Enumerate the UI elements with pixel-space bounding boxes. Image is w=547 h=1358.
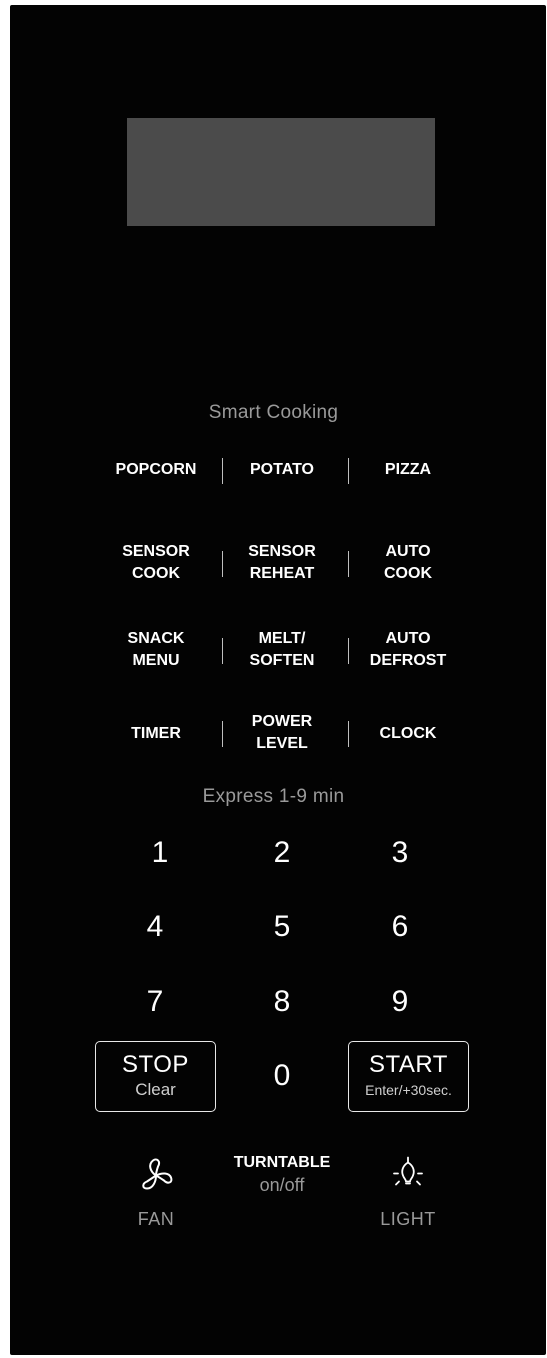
- popcorn-button[interactable]: POPCORN: [116, 459, 197, 481]
- start-label: START: [369, 1051, 448, 1078]
- digit-1-button[interactable]: 1: [130, 836, 190, 870]
- digit-8-button[interactable]: 8: [252, 985, 312, 1019]
- potato-button[interactable]: POTATO: [250, 459, 314, 481]
- turntable-button[interactable]: TURNTABLE on/off: [234, 1152, 331, 1196]
- auto-cook-label-2: COOK: [384, 565, 432, 582]
- divider: [348, 551, 349, 577]
- divider: [348, 638, 349, 664]
- digit-0-button[interactable]: 0: [252, 1059, 312, 1093]
- divider: [222, 721, 223, 747]
- light-label: LIGHT: [380, 1209, 436, 1229]
- melt-soften-button[interactable]: MELT/ SOFTEN: [250, 628, 315, 672]
- express-title: Express 1-9 min: [202, 786, 345, 807]
- power-level-button[interactable]: POWER LEVEL: [252, 711, 312, 755]
- digit-2-button[interactable]: 2: [252, 836, 312, 870]
- snack-menu-label-2: MENU: [132, 652, 180, 669]
- auto-cook-label-1: AUTO: [385, 543, 431, 560]
- clock-label: CLOCK: [379, 725, 437, 742]
- digit-3-button[interactable]: 3: [370, 836, 430, 870]
- light-button[interactable]: [386, 1152, 430, 1201]
- digit-6-button[interactable]: 6: [370, 910, 430, 944]
- lightbulb-icon: [393, 1156, 423, 1186]
- timer-label: TIMER: [131, 725, 181, 742]
- divider: [222, 458, 223, 484]
- divider: [222, 638, 223, 664]
- divider: [348, 458, 349, 484]
- turntable-onoff-label: on/off: [259, 1175, 305, 1195]
- enter-30sec-label: Enter/+30sec.: [365, 1082, 452, 1098]
- fan-button[interactable]: [136, 1156, 176, 1201]
- clear-label: Clear: [135, 1080, 176, 1099]
- stop-clear-button[interactable]: STOP Clear: [95, 1041, 216, 1112]
- stop-label: STOP: [122, 1051, 189, 1078]
- auto-defrost-label-2: DEFROST: [369, 652, 447, 669]
- fan-icon: [142, 1158, 173, 1190]
- snack-menu-button[interactable]: SNACK MENU: [128, 628, 185, 672]
- turntable-label: TURNTABLE: [233, 1154, 331, 1171]
- popcorn-label: POPCORN: [115, 461, 197, 478]
- snack-menu-label-1: SNACK: [127, 630, 185, 647]
- fan-label: FAN: [137, 1209, 175, 1229]
- divider: [348, 721, 349, 747]
- potato-label: POTATO: [250, 461, 314, 478]
- digit-9-button[interactable]: 9: [370, 985, 430, 1019]
- digit-7-button[interactable]: 7: [125, 985, 185, 1019]
- sensor-cook-label-1: SENSOR: [122, 543, 190, 560]
- melt-soften-label-2: SOFTEN: [249, 652, 315, 669]
- auto-defrost-button[interactable]: AUTO DEFROST: [370, 628, 446, 672]
- smart-cooking-title: Smart Cooking: [208, 402, 339, 423]
- pizza-label: PIZZA: [384, 461, 432, 478]
- sensor-reheat-button[interactable]: SENSOR REHEAT: [248, 541, 316, 585]
- digit-4-button[interactable]: 4: [125, 910, 185, 944]
- sensor-reheat-label-2: REHEAT: [249, 565, 315, 582]
- power-level-label-1: POWER: [251, 713, 313, 730]
- sensor-reheat-label-1: SENSOR: [248, 543, 316, 560]
- auto-cook-button[interactable]: AUTO COOK: [384, 541, 432, 585]
- sensor-cook-button[interactable]: SENSOR COOK: [122, 541, 190, 585]
- sensor-cook-label-2: COOK: [131, 565, 180, 582]
- clock-button[interactable]: CLOCK: [380, 723, 437, 745]
- timer-button[interactable]: TIMER: [131, 723, 181, 745]
- pizza-button[interactable]: PIZZA: [385, 459, 431, 481]
- power-level-label-2: LEVEL: [256, 735, 308, 752]
- melt-soften-label-1: MELT/: [258, 630, 306, 647]
- divider: [222, 551, 223, 577]
- digit-5-button[interactable]: 5: [252, 910, 312, 944]
- start-button[interactable]: START Enter/+30sec.: [348, 1041, 469, 1112]
- auto-defrost-label-1: AUTO: [385, 630, 431, 647]
- display-screen: [127, 118, 435, 226]
